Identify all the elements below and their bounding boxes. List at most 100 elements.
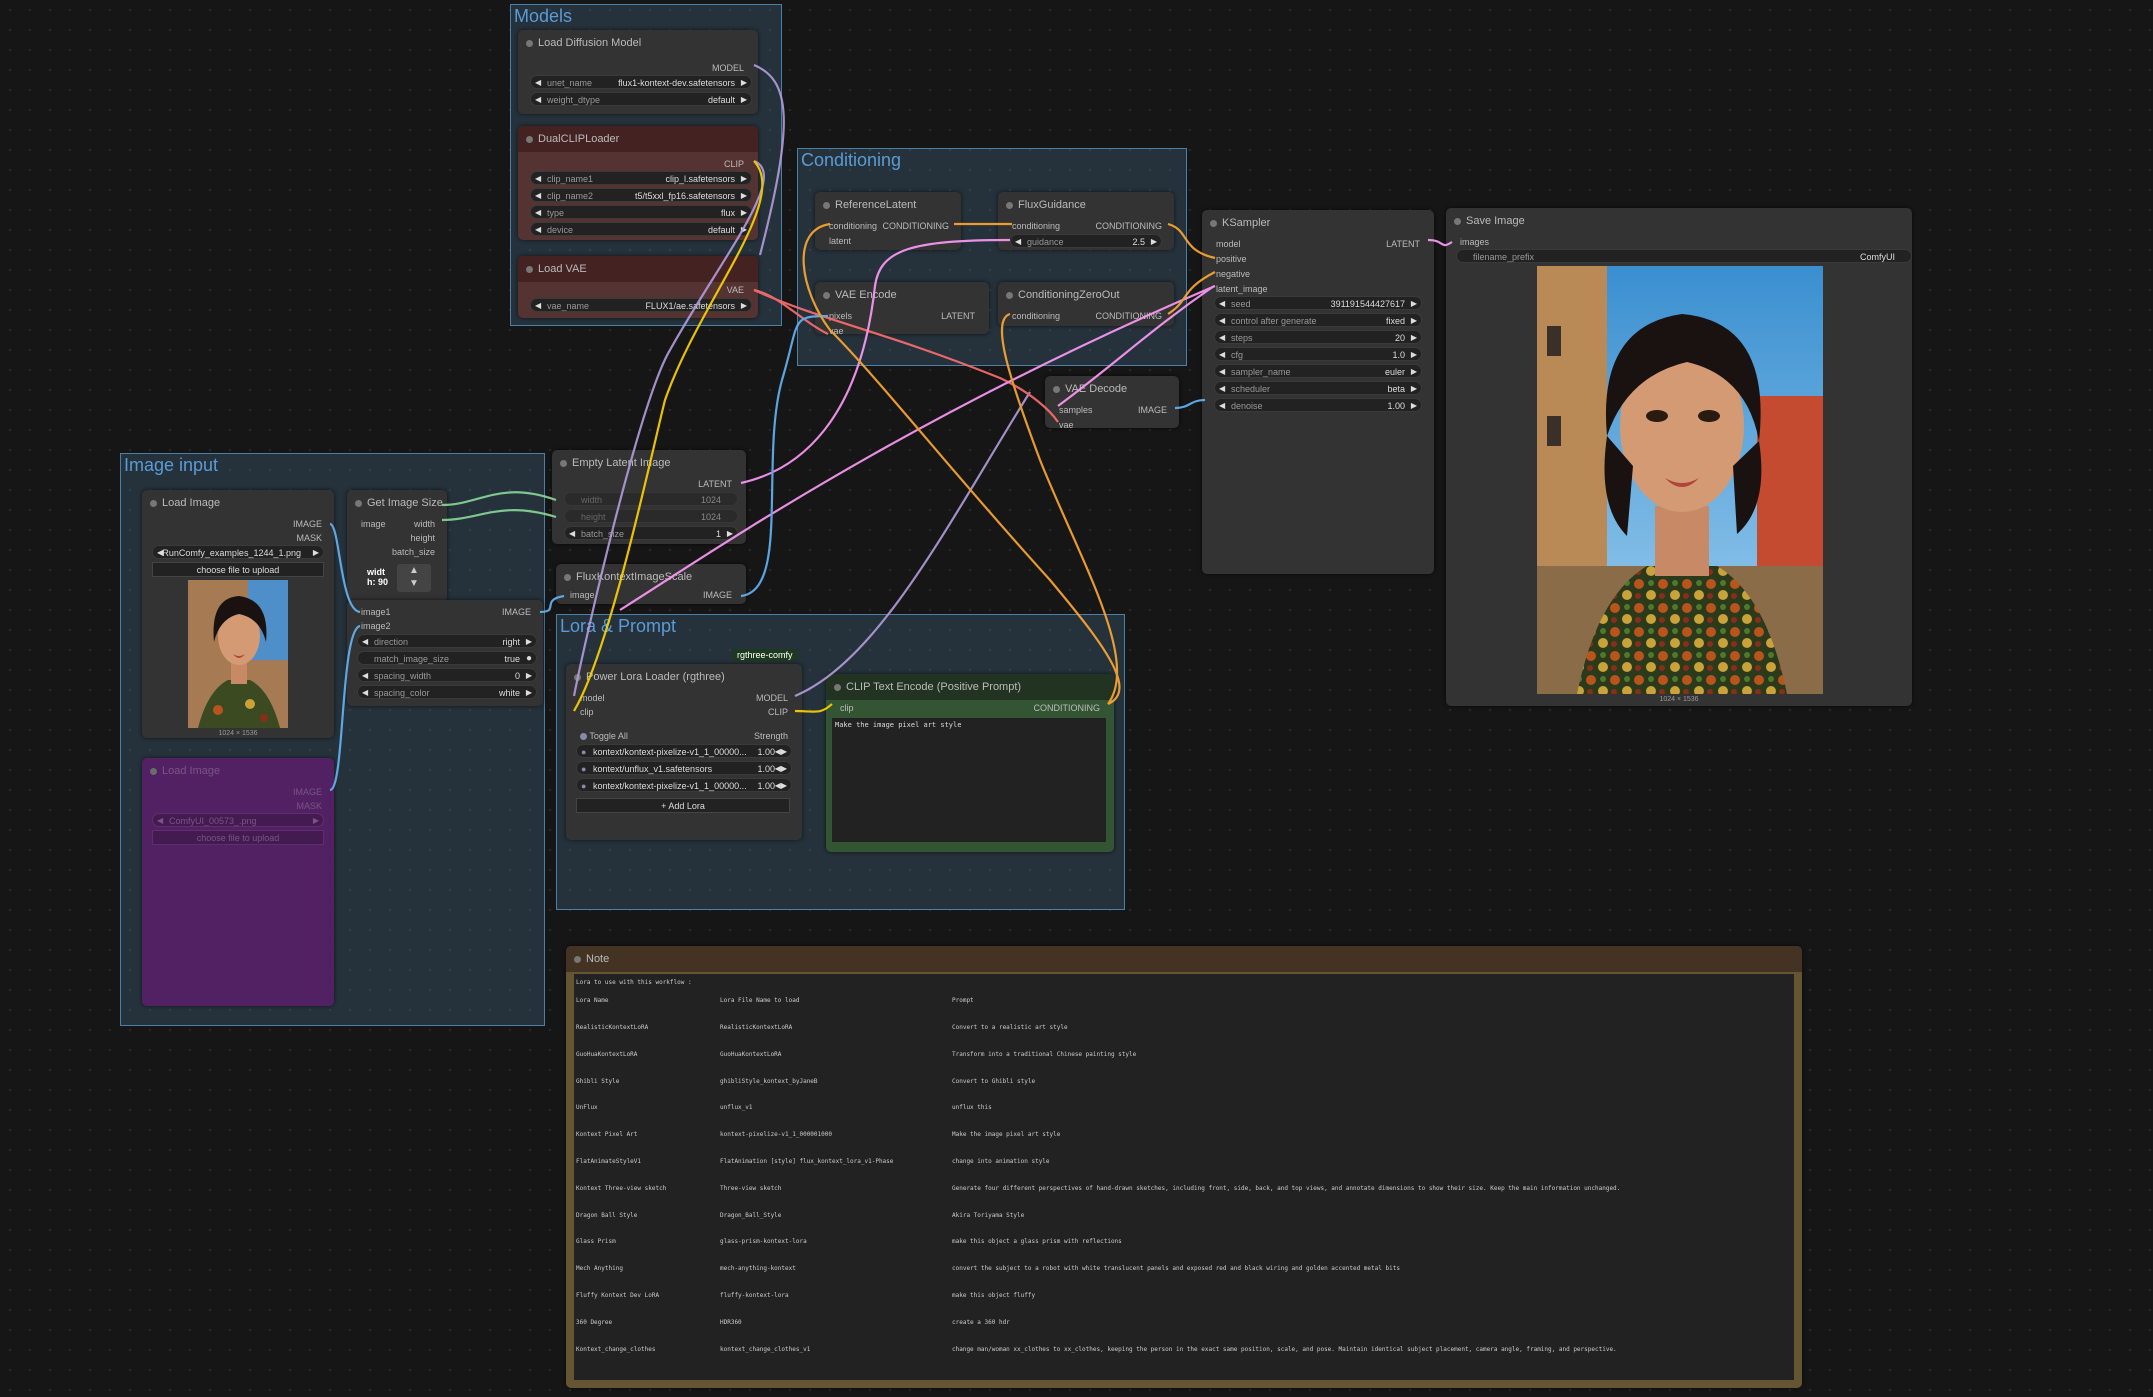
node-title: Load Image: [142, 758, 334, 784]
node-title: ConditioningZeroOut: [998, 282, 1174, 308]
denoise-widget[interactable]: ◀ denoise 1.00 ▶: [1214, 398, 1422, 412]
add-lora-button[interactable]: + Add Lora: [576, 798, 790, 813]
output-label: CLIP: [723, 159, 744, 169]
cfg-widget[interactable]: ◀ cfg 1.0 ▶: [1214, 347, 1422, 361]
node-empty-latent-image[interactable]: Empty Latent Image LATENT width 1024 heig…: [552, 450, 746, 544]
note-table-cell: Kontext_change_clothes: [576, 1345, 656, 1353]
node-note[interactable]: Note Lora to use with this workflow : Lo…: [566, 946, 1802, 1388]
clip-name1-widget[interactable]: ◀ clip_name1 clip_l.safetensors ▶: [530, 171, 752, 185]
output-image-preview[interactable]: [1537, 266, 1823, 694]
node-load-diffusion-model[interactable]: Load Diffusion Model MODEL ◀ unet_name flu…: [518, 30, 758, 114]
output-clip: CLIP: [767, 707, 788, 717]
image-file-widget[interactable]: ◀ ComfyUI_00573_.png ▶: [152, 813, 324, 827]
scheduler-widget[interactable]: ◀ scheduler beta ▶: [1214, 381, 1422, 395]
type-widget[interactable]: ◀ type flux ▶: [530, 205, 752, 219]
choose-file-button[interactable]: choose file to upload: [152, 830, 324, 845]
seed-widget[interactable]: ◀ seed 391191544427617 ▶: [1214, 296, 1422, 310]
note-table-cell: GuoHuaKontextLoRA: [576, 1050, 638, 1058]
image-wire: [1174, 398, 1206, 410]
image-file-widget[interactable]: ◀ RunComfy_examples_1244_1.png ▶: [152, 545, 324, 559]
node-vae-decode[interactable]: VAE Decode samples vae IMAGE: [1045, 376, 1179, 428]
sampler-name-widget[interactable]: ◀ sampler_name euler ▶: [1214, 364, 1422, 378]
note-intro: Lora to use with this workflow :: [576, 979, 692, 986]
stepper-icon[interactable]: ▲ ▼: [397, 564, 431, 592]
node-save-image[interactable]: Save Image images filename_prefix ComfyUI…: [1446, 208, 1912, 706]
input-clip: clip: [580, 707, 594, 717]
node-load-vae[interactable]: Load VAE VAE ◀ vae_name FLUX1/ae.safetenso…: [518, 256, 758, 318]
device-widget[interactable]: ◀ device default ▶: [530, 222, 752, 236]
input-latent: latent: [829, 236, 852, 246]
lora-row[interactable]: ● kontext/unflux_v1.safetensors 1.00 ◀▶: [576, 761, 792, 775]
lora-row[interactable]: ● kontext/kontext-pixelize-v1_1_00000... 1…: [576, 778, 792, 792]
guidance-widget[interactable]: ◀ guidance 2.5 ▶: [1010, 234, 1162, 248]
node-dual-clip-loader[interactable]: DualCLIPLoader CLIP ◀ clip_name1 clip_l.sa…: [518, 126, 758, 240]
output-label: MODEL: [711, 63, 744, 73]
note-table-cell: HDR360: [720, 1318, 742, 1326]
control-after-generate-widget[interactable]: ◀ control after generate fixed ▶: [1214, 313, 1422, 327]
height-widget[interactable]: height 1024: [564, 509, 738, 523]
output-label: VAE: [726, 285, 744, 295]
note-table-cell: Dragon_Ball_Style: [720, 1211, 782, 1219]
node-flux-guidance[interactable]: FluxGuidance conditioning CONDITIONING ◀…: [998, 192, 1174, 250]
toggle-all-icon[interactable]: [580, 733, 587, 741]
choose-file-button[interactable]: choose file to upload: [152, 562, 324, 577]
group-title: Image input: [124, 455, 219, 475]
note-table-cell: convert the subject to a robot with whit…: [952, 1265, 1400, 1273]
width-widget[interactable]: width 1024: [564, 492, 738, 506]
match-image-size-toggle[interactable]: match_image_size true ●: [357, 651, 537, 665]
node-title: KSampler: [1202, 210, 1434, 236]
node-reference-latent[interactable]: ReferenceLatent conditioning latent COND…: [815, 192, 961, 250]
input-image2: image2: [361, 621, 391, 631]
note-table-cell: fluffy-kontext-lora: [720, 1292, 789, 1299]
node-get-image-size[interactable]: Get Image Size image width height batch_…: [347, 490, 447, 602]
note-table-cell: RealisticKontextLoRA: [576, 1024, 649, 1031]
node-title: Power Lora Loader (rgthree): [566, 664, 802, 690]
note-table-cell: Kontext Three-view sketch: [576, 1184, 667, 1192]
toggle-all-row[interactable]: Toggle All: [580, 728, 628, 744]
note-header-cell: Prompt: [952, 997, 974, 1004]
lora-row[interactable]: ● kontext/kontext-pixelize-v1_1_00000... 1…: [576, 744, 792, 758]
note-table-cell: Akira Toriyama Style: [952, 1211, 1025, 1219]
note-table-cell: FlatAnimation [style] flux_kontext_lora_…: [720, 1158, 894, 1165]
strength-header: Strength: [753, 731, 788, 741]
note-table-cell: change into animation style: [952, 1158, 1050, 1165]
node-flux-kontext-image-scale[interactable]: FluxKontextImageScale image IMAGE: [556, 564, 746, 604]
node-title: Empty Latent Image: [552, 450, 746, 476]
filename-prefix-widget[interactable]: filename_prefix ComfyUI: [1456, 249, 1912, 263]
weight-dtype-widget[interactable]: ◀ weight_dtype default ▶: [530, 92, 752, 106]
input-image-preview[interactable]: [188, 580, 288, 728]
note-table-cell: Generate four different perspectives of …: [952, 1184, 1621, 1192]
node-title: Load Diffusion Model: [518, 30, 758, 56]
input-conditioning: conditioning: [1012, 221, 1061, 231]
batch-size-widget[interactable]: ◀ batch_size 1 ▶: [564, 526, 738, 540]
direction-widget[interactable]: ◀ direction right ▶: [357, 634, 537, 648]
node-title: FluxGuidance: [998, 192, 1174, 218]
note-table-cell: ghibliStyle_kontext_byJaneB: [720, 1077, 818, 1085]
node-load-image-bypassed[interactable]: Load Image IMAGE MASK ◀ ComfyUI_00573_.pn…: [142, 758, 334, 1006]
note-header-cell: Lora File Name to load: [720, 997, 800, 1004]
note-text[interactable]: Lora to use with this workflow : Lora Na…: [574, 974, 1794, 1380]
input-samples: samples: [1059, 405, 1093, 415]
node-clip-text-encode[interactable]: CLIP Text Encode (Positive Prompt) clip …: [826, 674, 1114, 852]
spacing-width-widget[interactable]: ◀ spacing_width 0 ▶: [357, 668, 537, 682]
note-table-cell: Kontext Pixel Art: [576, 1131, 638, 1139]
node-load-image[interactable]: Load Image IMAGE MASK ◀ RunComfy_examples…: [142, 490, 334, 738]
node-ksampler[interactable]: KSampler model positive negative latent_…: [1202, 210, 1434, 574]
node-title: Get Image Size: [347, 490, 447, 516]
prompt-textarea[interactable]: Make the image pixel art style: [832, 718, 1106, 842]
node-conditioning-zero-out[interactable]: ConditioningZeroOut conditioning CONDITI…: [998, 282, 1174, 326]
note-table-cell: glass-prism-kontext-lora: [720, 1238, 807, 1246]
clip-name2-widget[interactable]: ◀ clip_name2 t5/t5xxl_fp16.safetensors ▶: [530, 188, 752, 202]
node-image-stitch[interactable]: image1 image2 IMAGE ◀ direction right ▶ mat…: [347, 600, 543, 706]
node-power-lora-loader[interactable]: Power Lora Loader (rgthree) model clip M…: [566, 664, 802, 840]
input-image: image: [361, 519, 386, 529]
portrait-image: [1537, 266, 1823, 694]
unet-name-widget[interactable]: ◀ unet_name flux1-kontext-dev.safetensors ▶: [530, 75, 752, 89]
group-title: Conditioning: [801, 150, 902, 170]
spacing-color-widget[interactable]: ◀ spacing_color white ▶: [357, 685, 537, 699]
vae-name-widget[interactable]: ◀ vae_name FLUX1/ae.safetensors ▶: [530, 298, 752, 312]
node-vae-encode[interactable]: VAE Encode pixels vae LATENT: [815, 282, 989, 334]
steps-widget[interactable]: ◀ steps 20 ▶: [1214, 330, 1422, 344]
note-table-cell: kontext_change_clothes_v1: [720, 1345, 811, 1353]
node-title: ReferenceLatent: [815, 192, 961, 218]
